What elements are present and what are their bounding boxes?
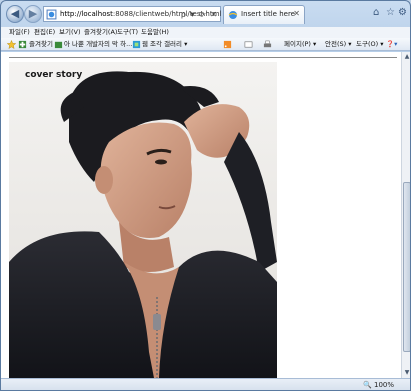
favorites-star-icon[interactable]: ☆ xyxy=(386,7,395,18)
favorite-link-1[interactable]: 아 나뿐 개발자의 막 하... xyxy=(64,39,132,50)
settings-gear-icon[interactable]: ⚙ xyxy=(398,7,407,18)
browser-window: ◀ ▶ http://localhost:8088/clientweb/html… xyxy=(0,0,411,391)
address-tools[interactable]: ρ ▾ ⟳ ✕ xyxy=(181,8,218,21)
favorites-star-icon[interactable] xyxy=(7,40,16,49)
navigation-bar: ◀ ▶ http://localhost:8088/clientweb/html… xyxy=(1,1,410,27)
ie-icon xyxy=(228,11,238,19)
menu-view[interactable]: 보기(V) xyxy=(59,27,80,38)
page-content: cover story xyxy=(1,52,401,378)
menu-help[interactable]: 도움말(H) xyxy=(141,27,169,38)
page-icon xyxy=(46,9,57,20)
forward-button[interactable]: ▶ xyxy=(24,5,42,23)
tools-menu[interactable]: 도구(O) ▾ xyxy=(356,39,383,50)
tab-close-icon[interactable]: ✕ xyxy=(293,9,300,18)
home-icon[interactable]: ⌂ xyxy=(373,7,379,18)
command-bar: 즐겨찾기 아 나뿐 개발자의 막 하... 웹 조각 갤러리 ▾ 페이지(P) … xyxy=(1,38,410,51)
page-menu[interactable]: 페이지(P) ▾ xyxy=(284,39,316,50)
scroll-thumb[interactable] xyxy=(403,182,410,352)
back-button[interactable]: ◀ xyxy=(6,5,24,23)
print-icon[interactable] xyxy=(263,40,272,49)
feeds-icon[interactable] xyxy=(223,40,232,49)
cover-story-photo: cover story xyxy=(9,62,277,378)
scroll-down-icon[interactable]: ▼ xyxy=(402,368,410,378)
cover-story-title: cover story xyxy=(25,70,83,80)
menu-file[interactable]: 파일(F) xyxy=(9,27,30,38)
menu-edit[interactable]: 편집(E) xyxy=(34,27,55,38)
tab-title: Insert title here xyxy=(241,10,295,18)
favorites-label[interactable]: 즐겨찾기 xyxy=(29,39,53,50)
menu-favorites[interactable]: 즐겨찾기(A) xyxy=(84,27,117,38)
read-mail-icon[interactable] xyxy=(244,40,253,49)
scroll-up-icon[interactable]: ▲ xyxy=(402,52,410,62)
help-menu[interactable]: ❓▾ xyxy=(386,39,397,50)
safety-menu[interactable]: 안전(S) ▾ xyxy=(325,39,352,50)
tab-insert-title[interactable]: Insert title here ✕ xyxy=(223,5,305,24)
menu-bar: 파일(F) 편집(E) 보기(V) 즐겨찾기(A) 도구(T) 도움말(H) xyxy=(1,27,410,38)
zoom-level[interactable]: 100% xyxy=(374,380,394,390)
address-bar[interactable]: http://localhost:8088/clientweb/html/tes… xyxy=(43,6,221,22)
favorite-link-2[interactable]: 웹 조각 갤러리 ▾ xyxy=(142,39,187,50)
status-bar: 🔍 100% xyxy=(1,378,410,390)
link-folder-icon xyxy=(54,41,63,49)
portrait-illustration xyxy=(9,62,277,378)
menu-tools[interactable]: 도구(T) xyxy=(117,27,138,38)
zoom-icon[interactable]: 🔍 xyxy=(363,381,372,389)
add-favorite-icon[interactable] xyxy=(18,40,27,49)
web-slice-icon xyxy=(132,40,141,49)
horizontal-rule xyxy=(9,57,397,58)
vertical-scrollbar[interactable]: ▲ ▼ xyxy=(401,52,410,378)
